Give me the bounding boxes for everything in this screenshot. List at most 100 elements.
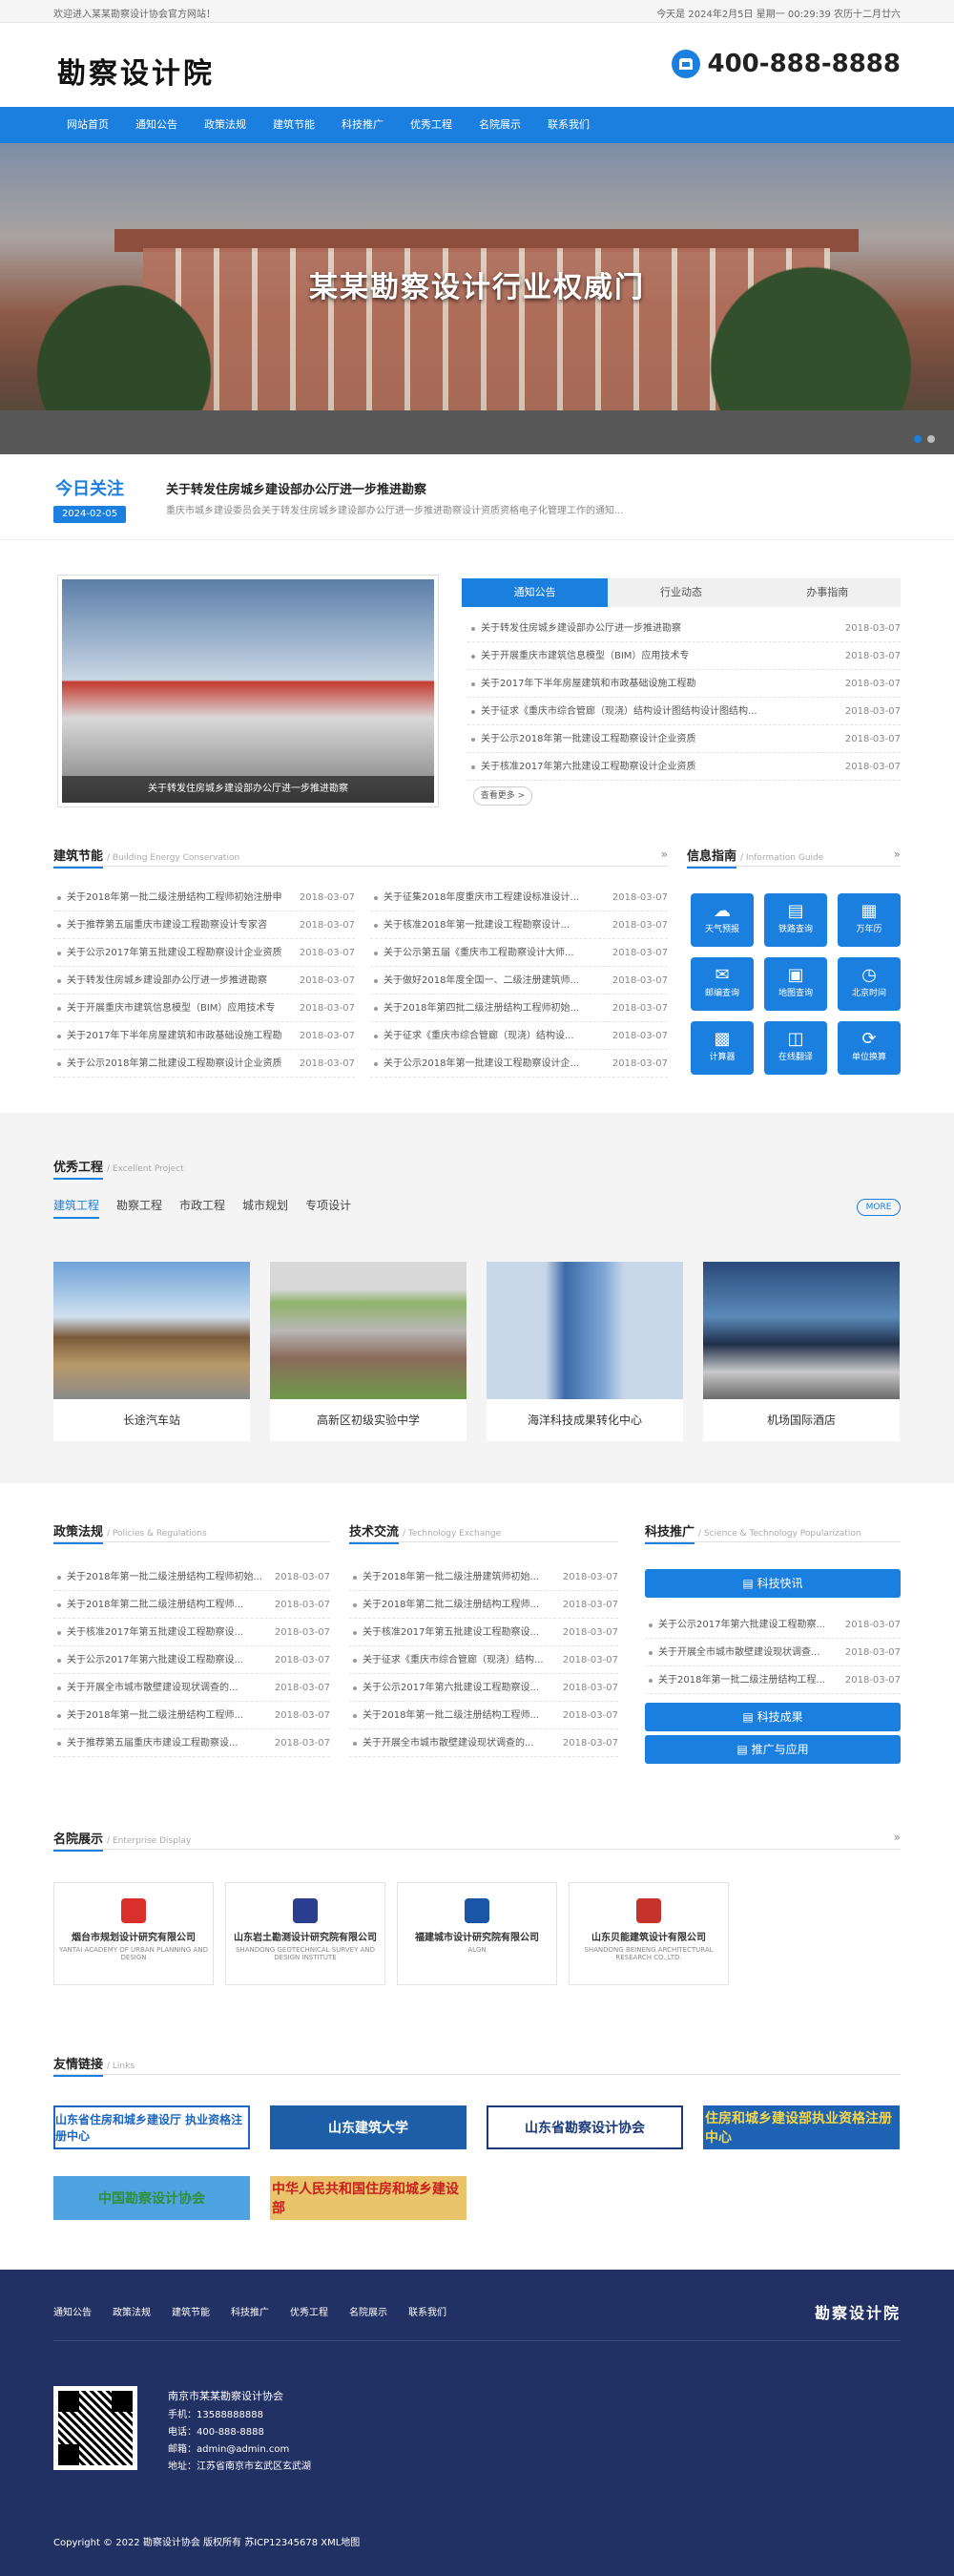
nav-item[interactable]: 优秀工程 [397, 107, 466, 143]
enterprise-card[interactable]: 烟台市规划设计研究有限公司 YANTAI ACADEMY OF URBAN PLA… [53, 1882, 214, 1985]
chevron-right-icon[interactable]: » [894, 1831, 901, 1844]
list-item[interactable]: 关于做好2018年度全国一、二级注册建筑师... 2018-03-07 [370, 967, 668, 995]
list-item[interactable]: 关于开展全市城市散壁建设现状调查的... 2018-03-07 [53, 1674, 330, 1702]
list-item[interactable]: 关于公示2017年第六批建设工程勘察设... 2018-03-07 [349, 1674, 618, 1702]
project-card[interactable]: 机场国际酒店 [703, 1262, 900, 1441]
footer-nav-item[interactable]: 优秀工程 [290, 2304, 328, 2318]
list-item[interactable]: 关于公示2018年第一批建设工程勘察设计企业资质 2018-03-07 [467, 725, 901, 753]
banner-dot[interactable] [914, 435, 922, 443]
guide-button[interactable]: ▣ 地图查询 [764, 957, 827, 1011]
list-item[interactable]: 关于转发住房城乡建设部办公厅进一步推进勘察 2018-03-07 [53, 967, 355, 995]
nav-item[interactable]: 网站首页 [53, 107, 122, 143]
list-item[interactable]: 关于2018年第一批二级注册结构工程师... 2018-03-07 [53, 1702, 330, 1729]
list-item[interactable]: 关于转发住房城乡建设部办公厅进一步推进勘察 2018-03-07 [467, 615, 901, 642]
list-item[interactable]: 关于开展全市城市散壁建设现状调查的... 2018-03-07 [349, 1729, 618, 1757]
list-item[interactable]: 关于开展重庆市建筑信息模型（BIM）应用技术专 2018-03-07 [53, 995, 355, 1022]
guide-button[interactable]: ⟳ 单位换算 [838, 1021, 901, 1075]
footer-nav-item[interactable]: 建筑节能 [172, 2304, 210, 2318]
enterprise-card[interactable]: 山东贝能建筑设计有限公司 SHANDONG BEINENG ARCHITECTUR… [569, 1882, 729, 1985]
friend-link[interactable]: 住房和城乡建设部执业资格注册中心 [703, 2105, 900, 2149]
list-item[interactable]: 关于2018年第二批二级注册结构工程师... 2018-03-07 [349, 1591, 618, 1619]
footer-nav-item[interactable]: 科技推广 [231, 2304, 269, 2318]
guide-button[interactable]: ▩ 计算器 [691, 1021, 754, 1075]
project-tab[interactable]: 城市规划 [242, 1197, 288, 1219]
enterprise-card[interactable]: 山东岩土勘测设计研究院有限公司 SHANDONG GEOTECHNICAL SUR… [225, 1882, 385, 1985]
project-tab[interactable]: 勘察工程 [116, 1197, 162, 1219]
footer-nav-item[interactable]: 名院展示 [349, 2304, 387, 2318]
list-item[interactable]: 关于征求《重庆市综合管廊（现浇）结构设计图结构设计图结构... 2018-03-0… [467, 698, 901, 725]
news-tab[interactable]: 办事指南 [755, 578, 901, 607]
project-tab[interactable]: 市政工程 [179, 1197, 225, 1219]
chevron-right-icon[interactable]: » [894, 848, 901, 861]
hero-banner[interactable]: 某某勘察设计行业权威门 [0, 143, 954, 454]
guide-button[interactable]: ◫ 在线翻译 [764, 1021, 827, 1075]
list-item[interactable]: 关于2018年第一批二级注册结构工程师... 2018-03-07 [349, 1702, 618, 1729]
nav-item[interactable]: 政策法规 [191, 107, 259, 143]
nav-item[interactable]: 建筑节能 [259, 107, 328, 143]
sci-result-button[interactable]: ▤ 科技成果 [645, 1703, 901, 1731]
guide-button[interactable]: ◷ 北京时间 [838, 957, 901, 1011]
news-tab[interactable]: 通知公告 [462, 578, 609, 607]
list-item[interactable]: 关于2018年第一批二级注册结构工程师初始注册申 2018-03-07 [53, 884, 355, 911]
list-item[interactable]: 关于2018年第二批二级注册结构工程师... 2018-03-07 [53, 1591, 330, 1619]
project-tab[interactable]: 专项设计 [305, 1197, 351, 1219]
nav-item[interactable]: 名院展示 [466, 107, 534, 143]
list-item[interactable]: 关于核准2017年第五批建设工程勘察设... 2018-03-07 [53, 1619, 330, 1646]
friend-link[interactable]: 山东省住房和城乡建设厅 执业资格注册中心 [53, 2105, 250, 2149]
list-item[interactable]: 关于2018年第一批二级注册建筑师初始... 2018-03-07 [349, 1563, 618, 1591]
friend-link[interactable]: 山东建筑大学 [270, 2105, 467, 2149]
list-item[interactable]: 关于核准2017年第五批建设工程勘察设... 2018-03-07 [349, 1619, 618, 1646]
guide-button[interactable]: ☁ 天气预报 [691, 893, 754, 947]
project-tab[interactable]: 建筑工程 [53, 1197, 100, 1219]
list-item[interactable]: 关于公示2017年第六批建设工程勘察... 2018-03-07 [645, 1611, 901, 1639]
footer-nav-item[interactable]: 通知公告 [53, 2304, 92, 2318]
list-item[interactable]: 关于开展全市城市散壁建设现状调查... 2018-03-07 [645, 1639, 901, 1666]
today-title[interactable]: 关于转发住房城乡建设部办公厅进一步推进勘察 [166, 479, 426, 497]
list-item[interactable]: 关于2018年第一批二级注册结构工程师初始... 2018-03-07 [53, 1563, 330, 1591]
list-item[interactable]: 关于公示2018年第一批建设工程勘察设计企... 2018-03-07 [370, 1050, 668, 1078]
guide-button[interactable]: ▤ 铁路查询 [764, 893, 827, 947]
list-item[interactable]: 关于公示2018年第二批建设工程勘察设计企业资质 2018-03-07 [53, 1050, 355, 1078]
list-item[interactable]: 关于公示第五届《重庆市工程勘察设计大师... 2018-03-07 [370, 939, 668, 967]
list-item[interactable]: 关于2018年第四批二级注册结构工程师初始... 2018-03-07 [370, 995, 668, 1022]
nav-item[interactable]: 通知公告 [122, 107, 191, 143]
sci-news-button[interactable]: ▤ 科技快讯 [645, 1569, 901, 1598]
banner-dot[interactable] [927, 435, 935, 443]
nav-item[interactable]: 科技推广 [328, 107, 397, 143]
footer-nav-item[interactable]: 联系我们 [408, 2304, 446, 2318]
friend-link[interactable]: 山东省勘察设计协会 [487, 2105, 683, 2149]
sci-apply-button[interactable]: ▤ 推广与应用 [645, 1735, 901, 1764]
list-item[interactable]: 关于征求《重庆市综合管廊（现浇）结构... 2018-03-07 [349, 1646, 618, 1674]
list-item[interactable]: 关于核准2018年第一批建设工程勘察设计... 2018-03-07 [370, 911, 668, 939]
list-item[interactable]: 关于推荐第五届重庆市建设工程勘察设计专家咨 2018-03-07 [53, 911, 355, 939]
list-item[interactable]: 关于征集2018年度重庆市工程建设标准设计... 2018-03-07 [370, 884, 668, 911]
list-item[interactable]: 关于公示2017年第六批建设工程勘察设... 2018-03-07 [53, 1646, 330, 1674]
enterprise-name: 山东岩土勘测设计研究院有限公司 [234, 1933, 377, 1943]
news-tab[interactable]: 行业动态 [608, 578, 754, 607]
chevron-right-icon[interactable]: » [661, 848, 668, 861]
project-card[interactable]: 海洋科技成果转化中心 [487, 1262, 683, 1441]
project-card[interactable]: 高新区初级实验中学 [270, 1262, 467, 1441]
list-item[interactable]: 关于2017年下半年房屋建筑和市政基础设施工程勘 2018-03-07 [53, 1022, 355, 1050]
friend-link[interactable]: 中国勘察设计协会 [53, 2176, 250, 2220]
nav-item[interactable]: 联系我们 [534, 107, 603, 143]
list-item[interactable]: 关于公示2017年第五批建设工程勘察设计企业资质 2018-03-07 [53, 939, 355, 967]
list-item[interactable]: 关于2018年第一批二级注册结构工程... 2018-03-07 [645, 1666, 901, 1694]
project-card[interactable]: 长途汽车站 [53, 1262, 250, 1441]
friend-link[interactable]: 中华人民共和国住房和城乡建设部 [270, 2176, 467, 2220]
news-photo[interactable]: 关于转发住房城乡建设部办公厅进一步推进勘察 [57, 575, 439, 807]
guide-button[interactable]: ✉ 邮编查询 [691, 957, 754, 1011]
site-logo[interactable]: 勘察设计院 [57, 50, 215, 92]
view-more-button[interactable]: 查看更多 > [473, 786, 532, 806]
list-item[interactable]: 关于推荐第五届重庆市建设工程勘察设... 2018-03-07 [53, 1729, 330, 1757]
list-item[interactable]: 关于开展重庆市建筑信息模型（BIM）应用技术专 2018-03-07 [467, 642, 901, 670]
more-button[interactable]: MORE [857, 1199, 901, 1216]
footer-nav-item[interactable]: 政策法规 [113, 2304, 151, 2318]
guide-button[interactable]: ▦ 万年历 [838, 893, 901, 947]
enterprise-card[interactable]: 福建城市设计研究院有限公司 ALGN [397, 1882, 557, 1985]
list-item[interactable]: 关于2017年下半年房屋建筑和市政基础设施工程勘 2018-03-07 [467, 670, 901, 698]
enterprise-en-name: SHANDONG GEOTECHNICAL SURVEY AND DESIGN … [235, 1946, 375, 1961]
list-item[interactable]: 关于征求《重庆市综合管廊（现浇）结构设... 2018-03-07 [370, 1022, 668, 1050]
list-item[interactable]: 关于核准2017年第六批建设工程勘察设计企业资质 2018-03-07 [467, 753, 901, 781]
links-en: / Links [107, 2062, 135, 2071]
